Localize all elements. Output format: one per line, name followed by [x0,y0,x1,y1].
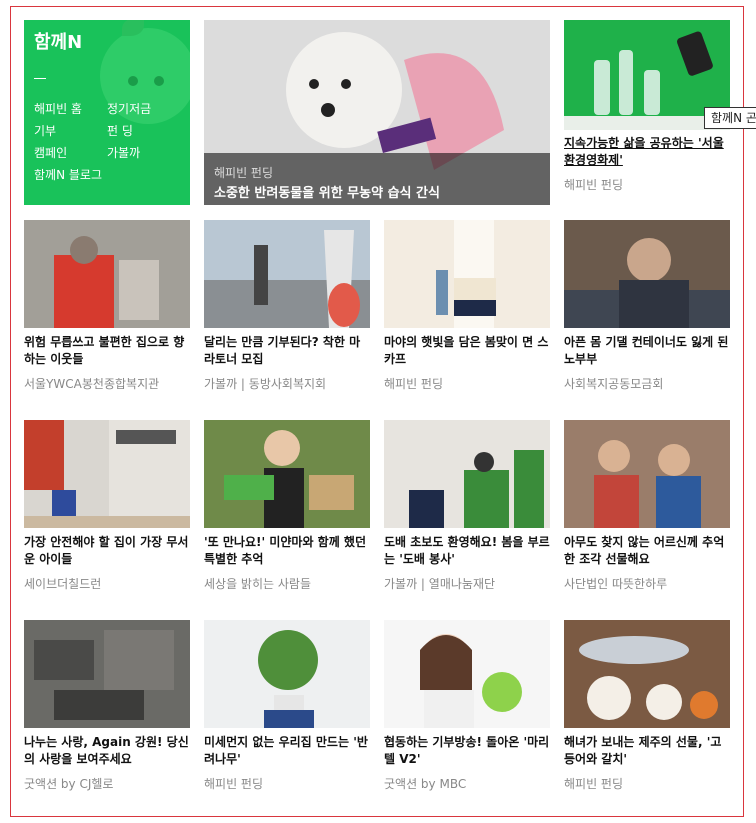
card-org: 서울YWCA봉천종합복지관 [24,377,160,391]
menu-gabolkka[interactable]: 가볼까 [107,144,140,161]
mascot-eye-icon [128,76,138,86]
card-title[interactable]: '또 만나요!' 미얀마와 함께 했던 특별한 추억 [204,534,370,568]
card-org: 세이브더칠드런 [24,577,102,591]
card-image[interactable] [204,220,370,328]
card-title[interactable]: 아픈 몸 기댈 컨테이너도 잃게 된 노부부 [564,334,730,368]
card-title[interactable]: 협동하는 기부방송! 돌아온 '마리텔 V2' [384,734,550,768]
mascot-eye-icon [154,76,164,86]
card-title[interactable]: 지속가능한 삶을 공유하는 '서울환경영화제' [564,135,730,169]
card-org: 가볼까 | 동방사회복지회 [204,377,327,391]
card-title[interactable]: 나누는 사랑, Again 강원! 당신의 사랑을 보여주세요 [24,734,190,768]
card-org: 사단법인 따뜻한하루 [564,577,668,591]
menu-happybean-home[interactable]: 해피빈 홈 [34,100,82,117]
menu-regular-saving[interactable]: 정기저금 [107,100,151,117]
card-image[interactable] [564,420,730,528]
card-image[interactable] [564,620,730,728]
card-org: 해피빈 펀딩 [564,178,624,192]
featured-card[interactable]: 해피빈 펀딩 소중한 반려동물을 위한 무농약 습식 간식 [204,20,550,205]
card-image[interactable] [384,420,550,528]
menu-campaign[interactable]: 캠페인 [34,144,67,161]
card-image[interactable] [24,620,190,728]
card-image[interactable] [384,620,550,728]
card-org: 세상을 밝히는 사람들 [204,577,311,591]
card-title[interactable]: 미세먼지 없는 우리집 만드는 '반려나무' [204,734,370,768]
menu-blog[interactable]: 함께N 블로그 [34,166,102,183]
brand-title[interactable]: 함께N [34,34,190,52]
featured-caption: 해피빈 펀딩 소중한 반려동물을 위한 무농약 습식 간식 [204,153,550,205]
card-image[interactable] [384,220,550,328]
card-image[interactable] [24,220,190,328]
card-org: 사회복지공동모금회 [564,377,664,391]
card-title[interactable]: 도배 초보도 환영해요! 봄을 부르는 '도배 봉사' [384,534,550,568]
card-title[interactable]: 가장 안전해야 할 집이 가장 무서운 아이들 [24,534,190,568]
menu-donate[interactable]: 기부 [34,122,56,139]
card-title[interactable]: 위험 무릅쓰고 불편한 집으로 향하는 이웃들 [24,334,190,368]
card-org: 해피빈 펀딩 [384,377,444,391]
card-title[interactable]: 마야의 햇빛을 담은 봄맞이 면 스카프 [384,334,550,368]
card-title[interactable]: 달리는 만큼 기부된다? 착한 마라토너 모집 [204,334,370,368]
card-image[interactable] [564,220,730,328]
card-org: 해피빈 펀딩 [564,777,624,791]
card-image[interactable] [204,620,370,728]
tooltip: 함께N 곤 [704,107,756,129]
featured-category: 해피빈 펀딩 [214,166,274,180]
menu-funding[interactable]: 펀 딩 [107,122,133,139]
card-org: 해피빈 펀딩 [204,777,264,791]
card-org: 굿액션 by MBC [384,777,467,791]
card-image[interactable] [204,420,370,528]
brand-tile: 함께N 해피빈 홈 정기저금 기부 펀 딩 캠페인 가볼까 함께N 블로그 [24,20,190,205]
card-image[interactable] [24,420,190,528]
card-org: 굿액션 by CJ헬로 [24,777,114,791]
card-title[interactable]: 아무도 찾지 않는 어르신께 추억 한 조각 선물해요 [564,534,730,568]
card-title[interactable]: 해녀가 보내는 제주의 선물, '고등어와 갈치' [564,734,730,768]
featured-title[interactable]: 소중한 반려동물을 위한 무농약 습식 간식 [214,182,440,201]
card-org: 가볼까 | 열매나눔재단 [384,577,496,591]
divider [34,78,46,79]
